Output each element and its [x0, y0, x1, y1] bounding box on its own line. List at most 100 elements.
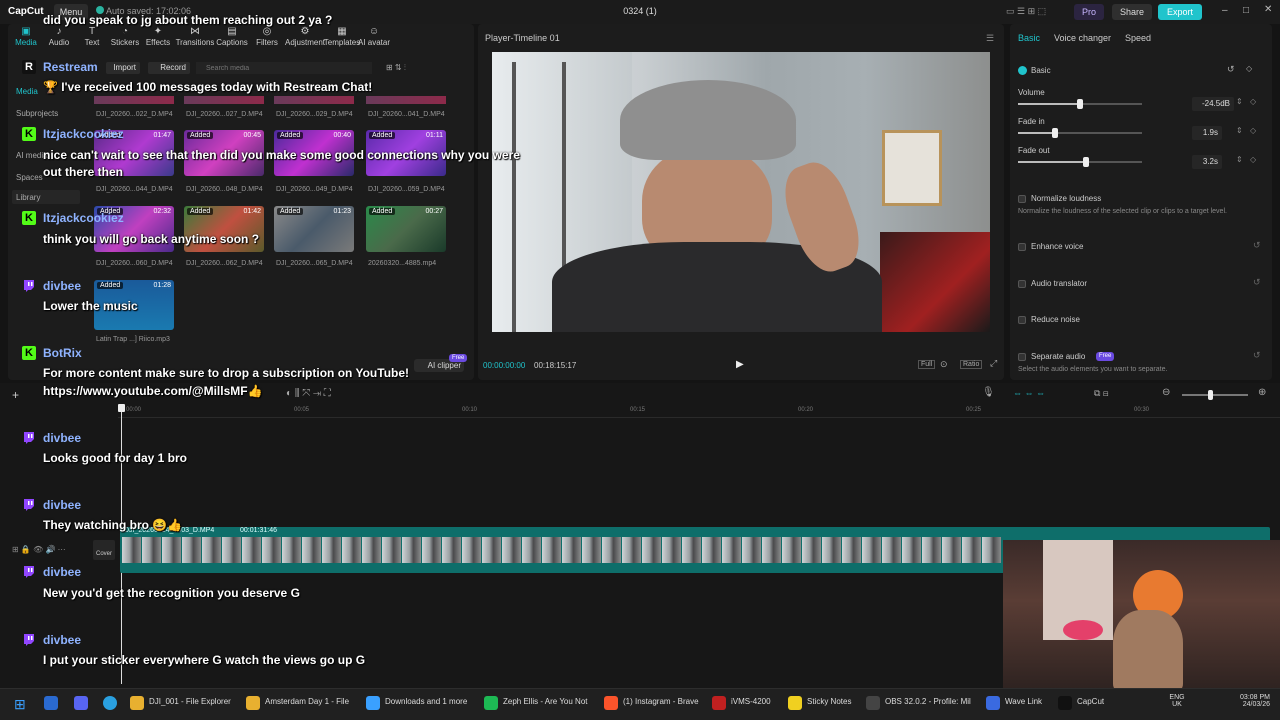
tool-effects[interactable]: ✦ Effects — [140, 26, 176, 47]
reset-icon[interactable]: ↺ — [1253, 240, 1261, 251]
tool-transitions[interactable]: ⋈ Transitions — [173, 26, 217, 47]
tab-basic[interactable]: Basic — [1018, 33, 1040, 43]
volume-slider-knob[interactable] — [1077, 99, 1083, 109]
layout-icon[interactable]: ▭ ☰ ⊞ ⬚ — [1006, 6, 1046, 17]
tab-voice-changer[interactable]: Voice changer — [1054, 33, 1111, 43]
reset-icon[interactable]: ↺ — [1227, 64, 1235, 75]
taskbar-item[interactable]: Wave Link — [1005, 697, 1042, 706]
tool-captions[interactable]: ▤ Captions — [214, 26, 250, 47]
telegram-icon[interactable] — [103, 696, 117, 710]
reset-icon[interactable]: ↺ — [1253, 277, 1261, 288]
taskbar-item[interactable]: DJI_001 - File Explorer — [149, 697, 231, 706]
link-icons[interactable]: ⇔ ⇔ ⇔ — [1013, 388, 1045, 398]
media-thumb[interactable] — [184, 96, 264, 104]
taskbar-app-icon[interactable] — [1058, 696, 1072, 710]
export-button[interactable]: Export — [1158, 4, 1202, 20]
taskbar-item[interactable]: Amsterdam Day 1 - File — [265, 697, 349, 706]
translator-checkbox[interactable] — [1018, 280, 1026, 288]
zoom-out-icon[interactable]: ⊖ — [1162, 387, 1170, 398]
stepper-icon[interactable]: ⇕ — [1236, 126, 1243, 135]
taskbar-item[interactable]: (1) Instagram - Brave — [623, 697, 699, 706]
fade-in-value[interactable]: 1.9s — [1192, 126, 1222, 140]
taskbar-app-icon[interactable] — [712, 696, 726, 710]
tool-audio[interactable]: ♪ Audio — [41, 26, 77, 47]
stepper-icon[interactable]: ⇕ — [1236, 155, 1243, 164]
taskbar-app-icon[interactable] — [130, 696, 144, 710]
basic-toggle[interactable] — [1018, 66, 1027, 75]
stepper-icon[interactable]: ⇕ — [1236, 97, 1243, 106]
keyframe-icon[interactable]: ◇ — [1250, 126, 1256, 135]
pro-button[interactable]: Pro — [1074, 4, 1104, 20]
keyframe-icon[interactable]: ◇ — [1250, 97, 1256, 106]
fade-out-value[interactable]: 3.2s — [1192, 155, 1222, 169]
normalize-checkbox[interactable] — [1018, 195, 1026, 203]
keyframe-icon[interactable]: ◇ — [1250, 155, 1256, 164]
taskbar-item[interactable]: Sticky Notes — [807, 697, 851, 706]
tool-filters[interactable]: ◎ Filters — [249, 26, 285, 47]
lang-indicator[interactable]: ENG UK — [1167, 694, 1187, 708]
volume-value[interactable]: -24.5dB — [1192, 97, 1234, 111]
sidenav-media[interactable]: Media — [16, 87, 38, 96]
enhance-checkbox[interactable] — [1018, 243, 1026, 251]
media-thumb[interactable] — [274, 96, 354, 104]
taskbar-app-icon[interactable] — [866, 696, 880, 710]
fade-in-slider-knob[interactable] — [1052, 128, 1058, 138]
tool-media[interactable]: ▣ Media — [8, 26, 44, 47]
app-icon[interactable] — [44, 696, 58, 710]
maximize-icon[interactable]: □ — [1243, 5, 1249, 16]
taskbar-item[interactable]: Downloads and 1 more — [385, 697, 467, 706]
tab-speed[interactable]: Speed — [1125, 33, 1151, 43]
tool-adjustment[interactable]: ⚙ Adjustment — [284, 26, 326, 47]
taskbar-app-icon[interactable] — [986, 696, 1000, 710]
reduce-noise-checkbox[interactable] — [1018, 316, 1026, 324]
taskbar-app-icon[interactable] — [484, 696, 498, 710]
taskbar-item[interactable]: OBS 32.0.2 - Profile: Mil — [885, 697, 971, 706]
cover-button[interactable]: Cover — [93, 540, 115, 560]
zoom-in-icon[interactable]: ⊕ — [1258, 387, 1266, 398]
tool-ai-avatar[interactable]: ☺ AI avatar — [356, 26, 392, 47]
media-thumb[interactable] — [94, 96, 174, 104]
separate-checkbox[interactable] — [1018, 353, 1026, 361]
search-input[interactable] — [196, 62, 372, 74]
taskbar-item[interactable]: iVMS-4200 — [731, 697, 771, 706]
fade-out-slider-knob[interactable] — [1083, 157, 1089, 167]
add-track-icon[interactable]: + — [12, 388, 19, 402]
fullscreen-icon[interactable]: ⤢ — [990, 358, 997, 369]
media-tile[interactable]: Added 00:27 — [366, 206, 446, 252]
mic-icon[interactable]: 🎙 — [982, 387, 995, 398]
sidenav-subprojects[interactable]: Subprojects — [16, 109, 58, 118]
windows-start-icon[interactable]: ⊞ — [14, 696, 26, 713]
close-icon[interactable]: ✕ — [1264, 4, 1272, 15]
tool-stickers[interactable]: ◔ Stickers — [107, 26, 143, 47]
zoom-slider-knob[interactable] — [1208, 390, 1213, 400]
view-toggle-icon[interactable]: ⊞ ⇅ ⫶ — [386, 63, 406, 73]
clock[interactable]: 03:08 PM 24/03/26 — [1224, 694, 1270, 708]
keyframe-icon[interactable]: ◇ — [1246, 64, 1252, 73]
snapshot-icon[interactable]: ⊙ — [940, 359, 948, 370]
reset-icon[interactable]: ↺ — [1253, 350, 1261, 361]
full-button[interactable]: Full — [918, 360, 936, 369]
zoom-slider[interactable] — [1182, 394, 1248, 396]
taskbar-app-icon[interactable] — [788, 696, 802, 710]
play-icon[interactable]: ▶ — [736, 359, 744, 370]
player-menu-icon[interactable]: ☰ — [986, 33, 994, 44]
taskbar-app-icon[interactable] — [604, 696, 618, 710]
sidenav-library[interactable]: Library — [12, 190, 80, 204]
video-preview[interactable] — [492, 52, 990, 332]
playhead-handle[interactable] — [118, 404, 125, 412]
media-tile[interactable]: Added 01:23 — [274, 206, 354, 252]
media-thumb[interactable] — [366, 96, 446, 104]
taskbar-item[interactable]: Zeph Ellis - Are You Not — [503, 697, 588, 706]
tool-text[interactable]: T Text — [74, 26, 110, 47]
taskbar-app-icon[interactable] — [366, 696, 380, 710]
sidenav-spaces[interactable]: Spaces — [16, 173, 43, 182]
ratio-button[interactable]: Ratio — [960, 360, 983, 369]
discord-icon[interactable] — [74, 696, 88, 710]
import-button[interactable]: Import — [106, 62, 140, 74]
track-controls-icon[interactable]: ⊞ 🔒 👁 🔊 ⋯ — [12, 545, 66, 554]
taskbar-app-icon[interactable] — [246, 696, 260, 710]
snap-icon[interactable]: ⧉ ⊟ — [1094, 388, 1109, 399]
split-icon[interactable]: ◐ ⫼ ⤧ ⇥ ⛶ — [286, 388, 331, 399]
record-button[interactable]: Record — [148, 62, 190, 74]
minimize-icon[interactable]: – — [1222, 5, 1228, 16]
